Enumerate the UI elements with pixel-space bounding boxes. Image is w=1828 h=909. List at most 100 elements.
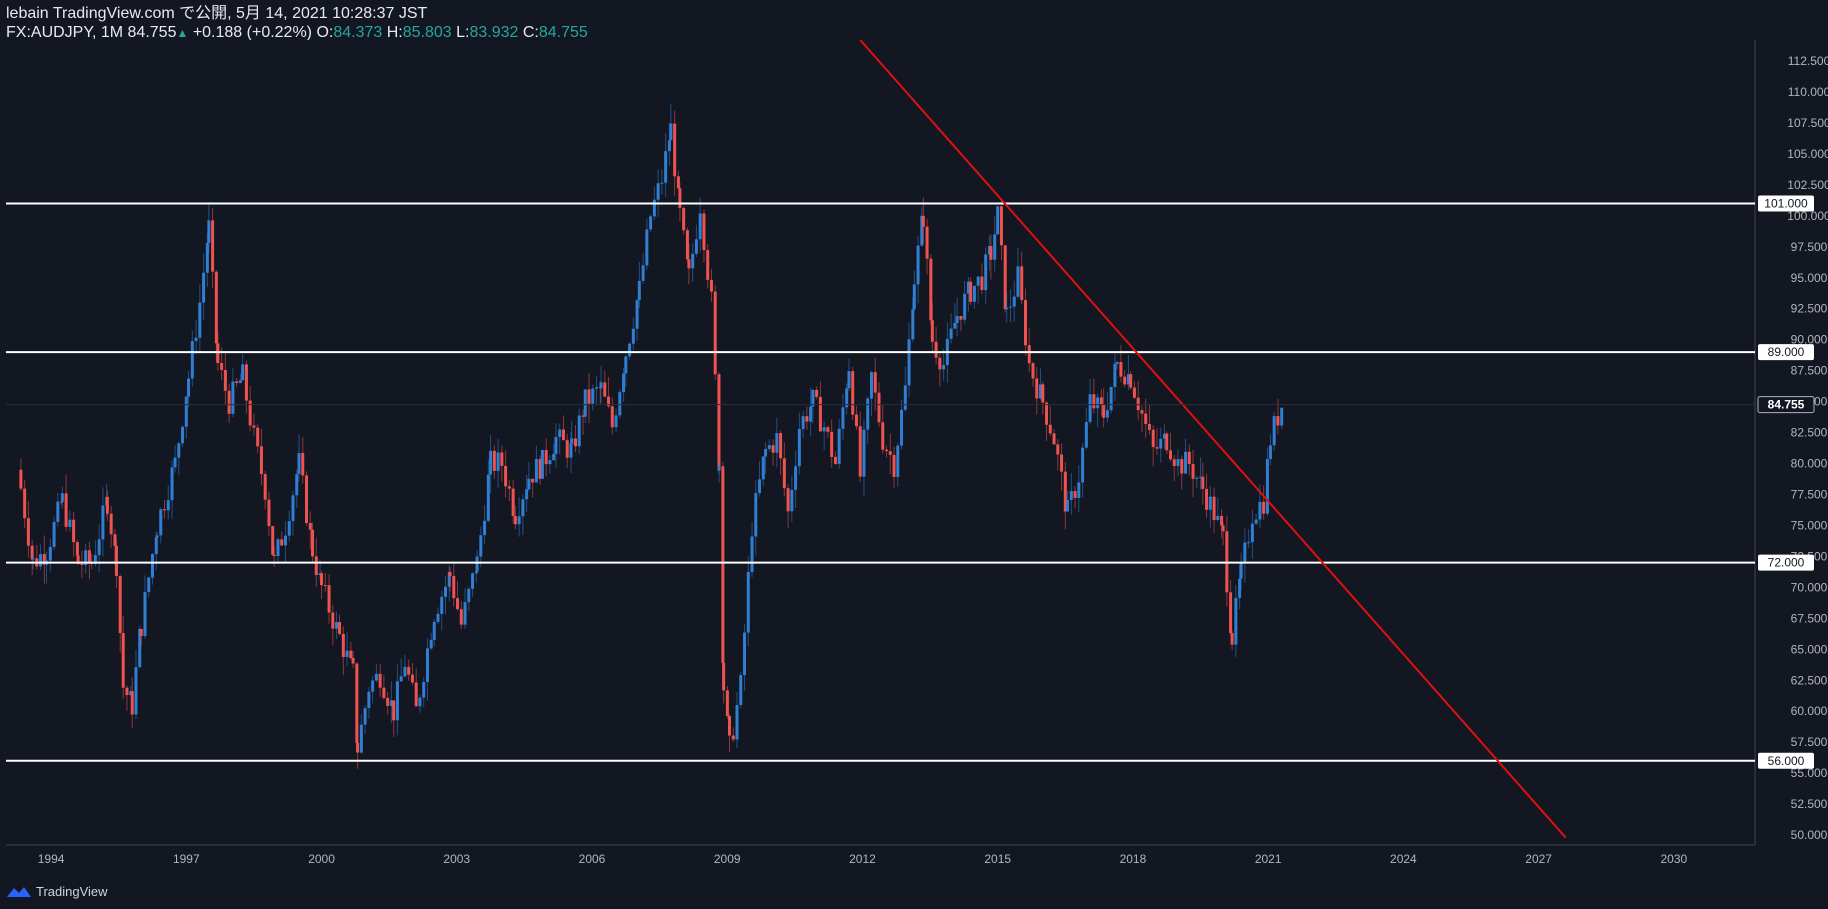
candle-body <box>1268 445 1272 460</box>
candle-body <box>570 438 574 444</box>
x-tick-label: 2018 <box>1120 852 1147 866</box>
candle-body <box>531 478 535 483</box>
candle-body <box>837 428 841 464</box>
candle-body <box>610 406 614 428</box>
candle-body <box>1096 397 1100 409</box>
candle-body <box>1254 519 1258 524</box>
y-tick-label: 112.500 <box>1788 54 1828 68</box>
candle-body <box>338 622 342 634</box>
candle-body <box>1077 482 1081 499</box>
candle-body <box>475 556 479 572</box>
candle-body <box>558 429 562 438</box>
candle-body <box>1205 488 1209 510</box>
candle-body <box>80 563 84 566</box>
candle-body <box>216 343 220 363</box>
footer-brand[interactable]: TradingView <box>6 880 108 902</box>
candle-body <box>841 407 845 429</box>
candle-body <box>903 385 907 410</box>
candle-body <box>327 585 331 613</box>
candle-body <box>202 272 206 303</box>
candle-body <box>885 449 889 452</box>
candle-body <box>934 341 938 358</box>
candle-body <box>1092 394 1096 409</box>
candle-body <box>794 466 798 490</box>
candle-body <box>1088 394 1092 423</box>
candle-body <box>1105 410 1109 418</box>
level-price-label: 101.000 <box>1764 196 1808 210</box>
candle-body <box>425 648 429 683</box>
candle-body <box>1234 597 1238 645</box>
candle-body <box>241 364 245 381</box>
candle-body <box>645 229 649 266</box>
candle-body <box>1066 499 1070 512</box>
candle-body <box>19 469 23 489</box>
candle-body <box>139 628 143 636</box>
candle-body <box>822 427 826 432</box>
candle-body <box>1023 300 1027 346</box>
candle-body <box>694 239 698 254</box>
candle-body <box>492 450 496 471</box>
candle-body <box>418 697 422 707</box>
candle-body <box>678 188 682 209</box>
candle-body <box>244 364 248 401</box>
candle-body <box>761 456 765 480</box>
candle-body <box>1250 523 1254 543</box>
candle-body <box>980 276 984 291</box>
candle-body <box>496 452 500 471</box>
candle-body <box>159 509 163 536</box>
candle-body <box>746 571 750 633</box>
candle-body <box>673 123 677 177</box>
candle-body <box>263 474 267 500</box>
candle-body <box>295 474 299 496</box>
candle-body <box>75 542 79 556</box>
y-tick-label: 97.500 <box>1791 240 1828 254</box>
candle-body <box>1005 307 1009 310</box>
candle-body <box>1265 459 1269 514</box>
candle-body <box>624 356 628 374</box>
candle-body <box>628 343 632 357</box>
candle-body <box>996 206 1000 235</box>
x-tick-label: 2000 <box>308 852 335 866</box>
candle-body <box>323 585 327 587</box>
y-tick-label: 87.500 <box>1791 364 1828 378</box>
x-tick-label: 2015 <box>984 852 1011 866</box>
candle-body <box>407 666 411 675</box>
candle-body <box>1191 464 1195 479</box>
candle-body <box>877 392 881 423</box>
candle-body <box>921 215 925 227</box>
candle-body <box>190 341 194 379</box>
candle-body <box>109 513 113 535</box>
candle-body <box>959 316 963 320</box>
candle-body <box>1081 447 1085 483</box>
candle-body <box>311 529 315 557</box>
price-chart[interactable]: 50.00052.50055.00057.50060.00062.50065.0… <box>0 0 1828 909</box>
candle-body <box>101 505 105 540</box>
candle-body <box>767 445 771 449</box>
candle-body <box>854 414 858 427</box>
candle-body <box>507 486 511 489</box>
candle-body <box>603 382 607 397</box>
candle-body <box>1052 433 1056 445</box>
candle-body <box>444 586 448 597</box>
candle-body <box>363 708 367 725</box>
candle-body <box>691 253 695 269</box>
candle-body <box>456 598 460 610</box>
candle-body <box>833 456 837 464</box>
candle-body <box>554 437 558 455</box>
candle-body <box>440 596 444 614</box>
y-tick-label: 57.500 <box>1791 735 1828 749</box>
candle-body <box>1099 397 1103 405</box>
candle-body <box>367 691 371 709</box>
candle-body <box>548 460 552 465</box>
candle-body <box>351 657 355 664</box>
candle-body <box>565 440 569 458</box>
candle-body <box>235 381 239 384</box>
candle-body <box>151 554 155 578</box>
candle-body <box>166 500 170 511</box>
candle-body <box>743 632 747 676</box>
candle-body <box>1035 378 1039 399</box>
candle-body <box>238 380 242 384</box>
candle-body <box>259 446 263 475</box>
candle-body <box>942 365 946 370</box>
candle-body <box>786 488 790 512</box>
